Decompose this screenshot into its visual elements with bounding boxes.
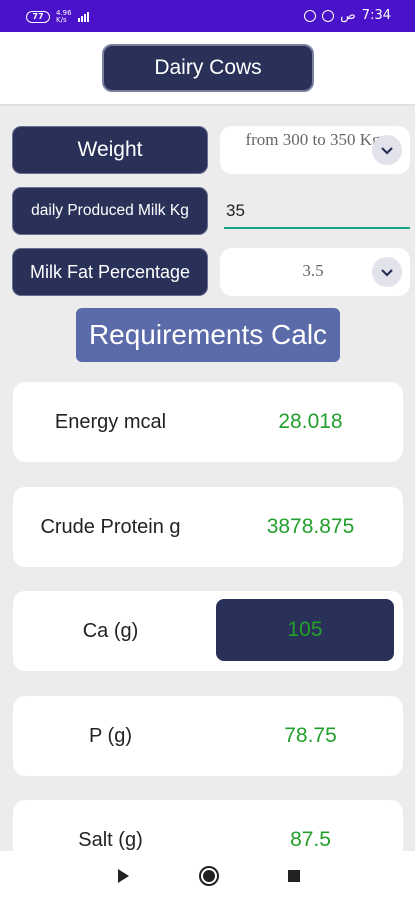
battery-icon: 77 (26, 11, 50, 23)
result-value: 28.018 (278, 410, 343, 433)
milk-label-button[interactable]: daily Produced Milk Kg (12, 187, 208, 235)
result-label: Ca (g) (82, 619, 139, 642)
result-value-highlighted[interactable]: 105 (216, 599, 394, 661)
milk-input[interactable] (224, 195, 410, 227)
status-time: 7:34 (361, 8, 391, 23)
result-card-calcium: Ca (g) 105 (13, 591, 403, 671)
result-value: 3878.875 (266, 515, 355, 538)
recent-square-icon[interactable] (288, 870, 300, 882)
battery-level: 77 (32, 12, 44, 21)
back-triangle-icon[interactable] (118, 869, 129, 883)
result-label: Energy mcal (54, 410, 167, 433)
result-card-phosphorus: P (g) 78.75 (13, 696, 403, 776)
weight-label-button[interactable]: Weight (12, 126, 208, 174)
milk-input-wrapper (224, 195, 410, 229)
requirements-calc-button[interactable]: Requirements Calc (76, 308, 340, 362)
weight-select[interactable]: from 300 to 350 Kg (220, 126, 410, 174)
result-label: P (g) (89, 724, 132, 747)
fat-label-button[interactable]: Milk Fat Percentage (12, 248, 208, 296)
chevron-down-icon[interactable] (372, 257, 402, 287)
whatsapp-icon (304, 9, 317, 22)
home-circle-icon[interactable] (199, 866, 219, 886)
result-card-energy: Energy mcal 28.018 (13, 382, 403, 462)
status-ampm: ص (340, 8, 356, 23)
system-nav-bar (0, 851, 415, 900)
chevron-down-icon[interactable] (372, 135, 402, 165)
network-speed-unit: K/s (56, 16, 67, 24)
result-label: Crude Protein g (40, 515, 181, 538)
alarm-icon (322, 9, 335, 22)
fat-select[interactable]: 3.5 (220, 248, 410, 296)
app-header: Dairy Cows (0, 32, 415, 106)
result-value: 78.75 (284, 724, 337, 747)
weight-select-value: from 300 to 350 Kg (245, 130, 381, 149)
network-speed: 4.96 K/s (56, 10, 72, 24)
page-title-button[interactable]: Dairy Cows (102, 44, 314, 92)
signal-icon (77, 12, 89, 22)
fat-select-value: 3.5 (302, 261, 324, 280)
result-card-protein: Crude Protein g 3878.875 (13, 487, 403, 567)
status-bar: 77 4.96 K/s ص 7:34 (0, 0, 415, 32)
